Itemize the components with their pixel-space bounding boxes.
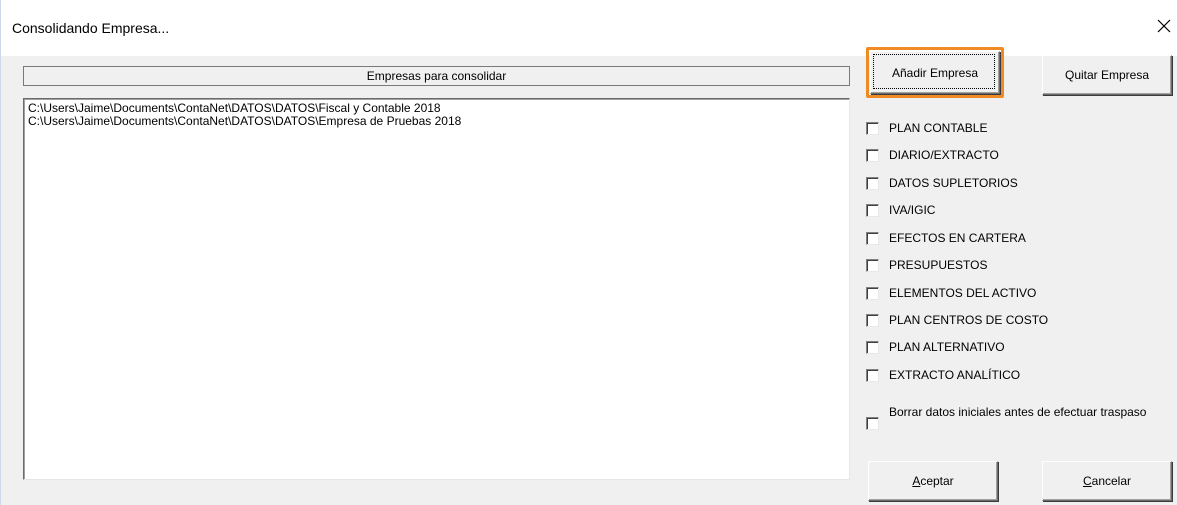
- option-diario-extracto[interactable]: DIARIO/EXTRACTO: [866, 147, 999, 163]
- cancel-button[interactable]: Cancelar: [1042, 461, 1172, 501]
- option-plan-contable[interactable]: PLAN CONTABLE: [866, 120, 987, 136]
- option-label: DATOS SUPLETORIOS: [889, 176, 1018, 190]
- option-presupuestos[interactable]: PRESUPUESTOS: [866, 257, 987, 273]
- checkbox[interactable]: [866, 417, 879, 430]
- option-label: PLAN ALTERNATIVO: [889, 340, 1005, 354]
- checkbox[interactable]: [866, 148, 879, 162]
- option-label: DIARIO/EXTRACTO: [889, 148, 999, 162]
- checkbox[interactable]: [866, 203, 879, 217]
- focus-dotted-rect: [873, 54, 995, 89]
- option-label: PLAN CONTABLE: [889, 121, 988, 135]
- option-borrar-datos-iniciales[interactable]: Borrar datos iniciales antes de efectuar…: [866, 405, 1166, 430]
- checkbox[interactable]: [866, 313, 879, 327]
- remove-company-label: Quitar Empresa: [1064, 68, 1150, 82]
- option-elementos-activo[interactable]: ELEMENTOS DEL ACTIVO: [866, 285, 1036, 301]
- option-label: EFECTOS EN CARTERA: [889, 231, 1026, 245]
- consolidar-empresa-dialog: Consolidando Empresa... Empresas para co…: [0, 0, 1177, 505]
- option-plan-centros-costo[interactable]: PLAN CENTROS DE COSTO: [866, 312, 1048, 328]
- cancel-mnemonic: C: [1082, 474, 1092, 488]
- cancel-label: Cancelar: [1083, 474, 1131, 488]
- companies-listbox[interactable]: C:\Users\Jaime\Documents\ContaNet\DATOS\…: [23, 98, 850, 480]
- option-label: EXTRACTO ANALÍTICO: [889, 368, 1021, 382]
- checkbox[interactable]: [866, 258, 879, 272]
- accept-label: Aceptar: [912, 474, 953, 488]
- list-header-label: Empresas para consolidar: [366, 69, 507, 83]
- checkbox[interactable]: [866, 368, 879, 382]
- option-label: ELEMENTOS DEL ACTIVO: [889, 286, 1037, 300]
- option-datos-supletorios[interactable]: DATOS SUPLETORIOS: [866, 175, 1018, 191]
- option-label: Borrar datos iniciales antes de efectuar…: [889, 405, 1147, 419]
- option-label: PLAN CENTROS DE COSTO: [889, 313, 1049, 327]
- remove-company-button[interactable]: Quitar Empresa: [1042, 55, 1172, 95]
- close-icon[interactable]: [1156, 18, 1172, 34]
- accept-label-rest: ceptar: [920, 474, 954, 488]
- list-header: Empresas para consolidar: [23, 66, 850, 86]
- cancel-label-rest: ancelar: [1091, 474, 1132, 488]
- accept-button[interactable]: Aceptar: [868, 461, 998, 501]
- option-extracto-analitico[interactable]: EXTRACTO ANALÍTICO: [866, 367, 1020, 383]
- option-iva-igic[interactable]: IVA/IGIC: [866, 202, 935, 218]
- option-efectos-cartera[interactable]: EFECTOS EN CARTERA: [866, 230, 1026, 246]
- checkbox[interactable]: [866, 121, 879, 135]
- list-item[interactable]: C:\Users\Jaime\Documents\ContaNet\DATOS\…: [24, 115, 849, 128]
- checkbox[interactable]: [866, 286, 879, 300]
- checkbox[interactable]: [866, 340, 879, 354]
- option-label: IVA/IGIC: [889, 203, 936, 217]
- checkbox[interactable]: [866, 176, 879, 190]
- checkbox[interactable]: [866, 231, 879, 245]
- add-company-button[interactable]: Añadir Empresa: [870, 51, 1000, 94]
- option-label: PRESUPUESTOS: [889, 258, 988, 272]
- option-plan-alternativo[interactable]: PLAN ALTERNATIVO: [866, 339, 1005, 355]
- window-title: Consolidando Empresa...: [12, 20, 170, 36]
